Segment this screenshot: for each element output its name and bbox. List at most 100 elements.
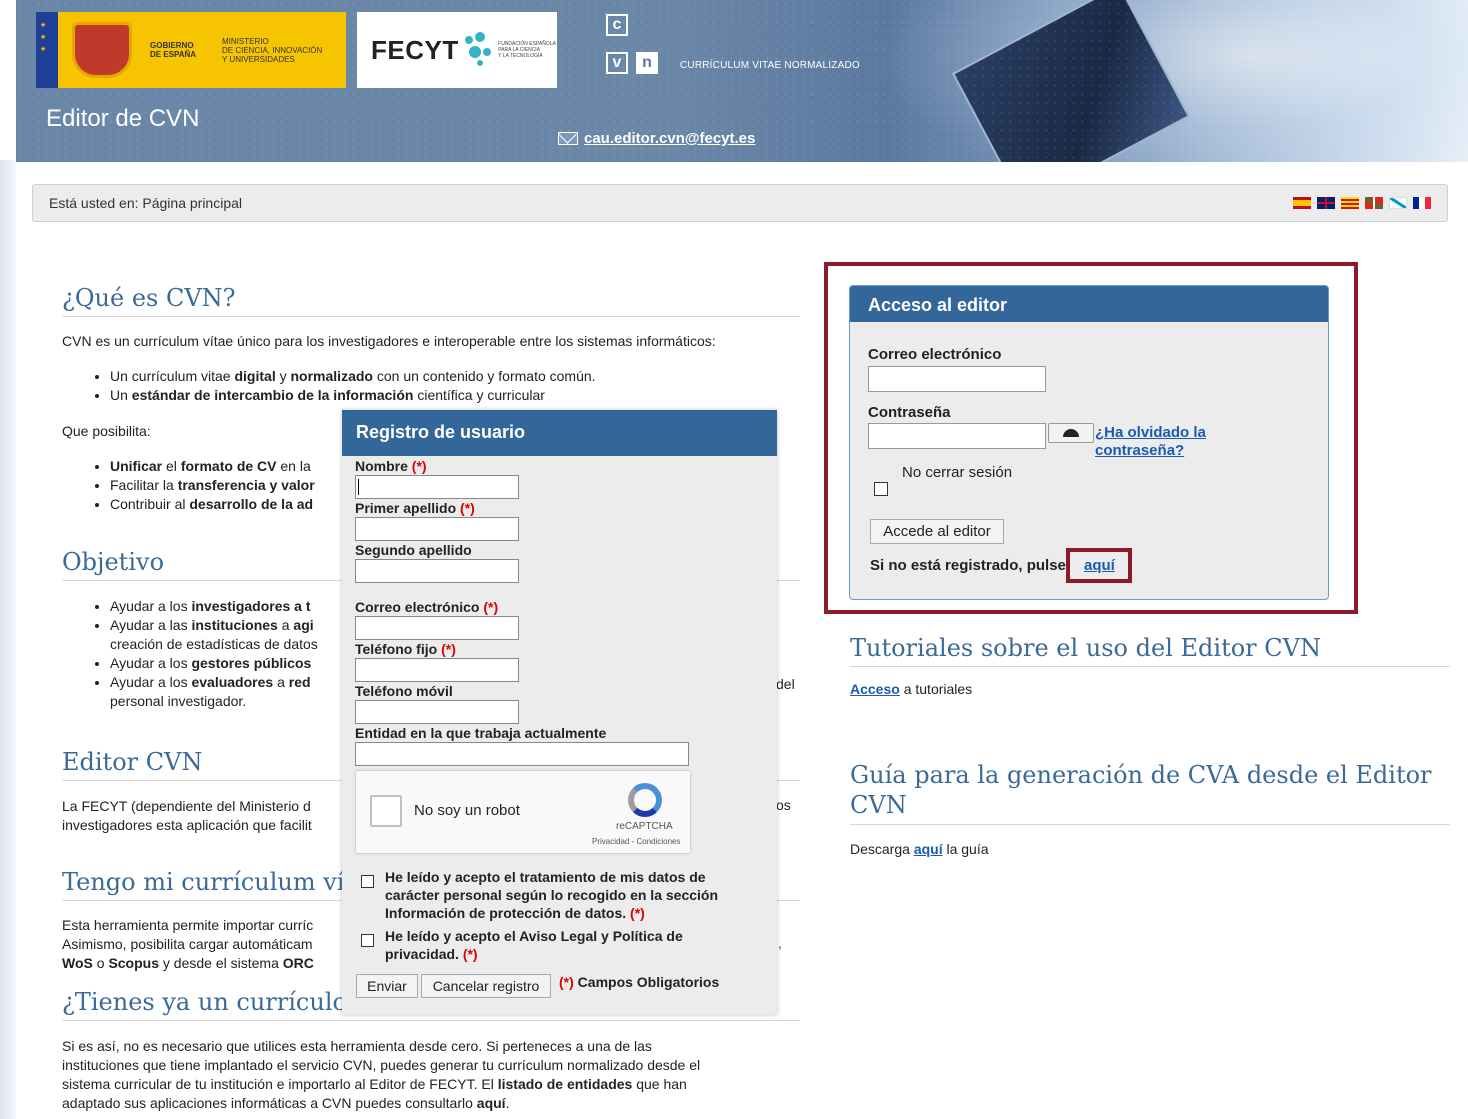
registration-modal: Registro de usuario Nombre (*) Primer ap… — [342, 410, 777, 1015]
list-item: Un estándar de intercambio de la informa… — [110, 386, 596, 405]
section-title-que-es: ¿Qué es CVN? — [62, 284, 800, 317]
fecyt-logo[interactable]: FECYT FUNDACIÓN ESPAÑOLA PARA LA CIENCIA… — [357, 12, 557, 88]
register-prompt: Si no está registrado, pulse — [870, 557, 1066, 574]
que-es-list: Un currículum vitae digital y normalizad… — [110, 367, 596, 405]
recaptcha-icon — [628, 783, 662, 817]
list-item: Un currículum vitae digital y normalizad… — [110, 367, 596, 386]
email-field[interactable] — [868, 366, 1046, 392]
entidad-field[interactable] — [355, 742, 689, 766]
cancel-registration-button[interactable]: Cancelar registro — [421, 974, 551, 998]
editor-text-2: investigadores esta aplicación que facil… — [62, 817, 312, 833]
ministry-text: MINISTERIO DE CIENCIA, INNOVACIÓN Y UNIV… — [222, 36, 323, 64]
text-cursor — [358, 479, 359, 495]
legal-notice-checkbox[interactable] — [361, 934, 374, 947]
telefono-fijo-field[interactable] — [355, 658, 519, 682]
tengo-text-1: Esta herramienta permite importar curríc — [62, 917, 314, 933]
cvn-letter-v: v — [606, 52, 628, 74]
segundo-apellido-field[interactable] — [355, 559, 519, 583]
forgot-password-link[interactable]: ¿Ha olvidado la contraseña? — [1095, 424, 1245, 460]
editor-text-1-tail: os — [776, 797, 791, 813]
breadcrumb-text: Está usted en: Página principal — [49, 195, 243, 211]
posibilita-text: Que posibilita: — [62, 423, 151, 439]
privacy-data-label: He leído y acepto el tratamiento de mis … — [385, 869, 719, 921]
section-intro: CVN es un currículum vítae único para lo… — [62, 333, 716, 349]
eu-flag-icon — [36, 12, 58, 88]
tienes-text-4: adaptado sus aplicaciones informáticas a… — [62, 1095, 510, 1111]
tutorials-link[interactable]: Acceso — [850, 681, 900, 697]
flag-fr-icon[interactable] — [1413, 197, 1431, 209]
primer-apellido-label: Primer apellido (*) — [355, 500, 475, 516]
nombre-field[interactable] — [355, 475, 519, 499]
flag-en-icon[interactable] — [1317, 197, 1335, 209]
cvn-tagline: CURRÍCULUM VITAE NORMALIZADO — [680, 60, 860, 71]
required-fields-note: (*) Campos Obligatorios — [559, 974, 720, 990]
language-selector — [1293, 197, 1431, 209]
tengo-text-3: WoS o Scopus y desde el sistema ORC — [62, 955, 314, 971]
primer-apellido-field[interactable] — [355, 517, 519, 541]
guide-section: Guía para la generación de CVA desde el … — [850, 760, 1450, 857]
list-item: Contribuir al desarrollo de la ad — [110, 495, 315, 514]
legal-notice-label: He leído y acepto el Aviso Legal y Polít… — [385, 928, 683, 962]
flag-eu-icon[interactable] — [1365, 197, 1383, 209]
recaptcha-links[interactable]: Privacidad - Condiciones — [592, 837, 681, 846]
keep-session-label: No cerrar sesión — [902, 464, 1013, 481]
flag-gl-icon[interactable] — [1389, 197, 1407, 209]
left-accent — [0, 160, 16, 1119]
telefono-movil-label: Teléfono móvil — [355, 683, 453, 699]
registration-title: Registro de usuario — [342, 410, 777, 456]
correo-field[interactable] — [355, 616, 519, 640]
gov-text: GOBIERNO DE ESPAÑA — [150, 41, 197, 59]
password-label: Contraseña — [868, 404, 951, 421]
correo-label: Correo electrónico (*) — [355, 599, 499, 615]
objetivo-tail: del — [776, 676, 795, 692]
recaptcha-checkbox[interactable] — [370, 795, 402, 827]
fecyt-name: FECYT — [371, 34, 459, 65]
site-header: GOBIERNO DE ESPAÑA MINISTERIO DE CIENCIA… — [16, 0, 1468, 162]
eye-icon — [1063, 429, 1079, 437]
tienes-text-2: instituciones que tiene implantado el se… — [62, 1057, 701, 1073]
posibilita-list: Unificar el formato de CV en la Facilita… — [110, 457, 315, 514]
send-button[interactable]: Enviar — [356, 974, 418, 998]
coat-of-arms-icon — [72, 22, 132, 78]
nombre-label: Nombre (*) — [355, 458, 427, 474]
guide-title: Guía para la generación de CVA desde el … — [850, 760, 1450, 825]
flag-ca-icon[interactable] — [1341, 197, 1359, 209]
cvn-letter-c: c — [606, 14, 628, 36]
segundo-apellido-label: Segundo apellido — [355, 542, 472, 558]
list-item: Unificar el formato de CV en la — [110, 457, 315, 476]
email-label: Correo electrónico — [868, 346, 1002, 363]
telefono-movil-field[interactable] — [355, 700, 519, 724]
login-panel-title: Acceso al editor — [850, 286, 1328, 322]
login-button[interactable]: Accede al editor — [870, 519, 1004, 544]
editor-text-1: La FECYT (dependiente del Ministerio d — [62, 798, 311, 814]
privacy-data-checkbox[interactable] — [361, 875, 374, 888]
support-email[interactable]: cau.editor.cvn@fecyt.es — [558, 130, 755, 147]
show-password-button[interactable] — [1048, 423, 1094, 443]
tengo-text-2: Asimismo, posibilita cargar automáticam — [62, 936, 313, 952]
entities-link[interactable]: aquí — [477, 1095, 506, 1111]
tengo-text-2-tail: , — [778, 935, 782, 951]
telefono-fijo-label: Teléfono fijo (*) — [355, 641, 456, 657]
list-item: Facilitar la transferencia y valor — [110, 476, 315, 495]
cvn-letter-n: n — [636, 52, 658, 74]
recaptcha-label: No soy un robot — [414, 802, 520, 819]
guide-text: Descarga aquí la guía — [850, 841, 989, 857]
entidad-label: Entidad en la que trabaja actualmente — [355, 725, 607, 741]
recaptcha-widget: No soy un robot reCAPTCHA Privacidad - C… — [355, 770, 691, 854]
tutorials-title: Tutoriales sobre el uso del Editor CVN — [850, 634, 1450, 667]
password-field[interactable] — [868, 423, 1046, 449]
support-email-link[interactable]: cau.editor.cvn@fecyt.es — [584, 130, 755, 147]
fecyt-subtitle: FUNDACIÓN ESPAÑOLA PARA LA CIENCIA Y LA … — [498, 41, 556, 59]
keep-session-checkbox[interactable] — [874, 482, 888, 496]
tutorials-text: Acceso a tutoriales — [850, 681, 973, 697]
fecyt-bubbles-icon — [463, 32, 492, 68]
government-logo[interactable]: GOBIERNO DE ESPAÑA MINISTERIO DE CIENCIA… — [36, 12, 346, 88]
tienes-text-3: sistema curricular de tu institución e i… — [62, 1076, 687, 1092]
envelope-icon — [558, 132, 578, 145]
app-title: Editor de CVN — [46, 105, 200, 132]
recaptcha-brand: reCAPTCHA — [616, 821, 673, 832]
tienes-text-1: Si es así, no es necesario que utilices … — [62, 1038, 652, 1054]
breadcrumb: Está usted en: Página principal — [32, 184, 1448, 222]
guide-link[interactable]: aquí — [914, 841, 943, 857]
flag-es-icon[interactable] — [1293, 197, 1311, 209]
